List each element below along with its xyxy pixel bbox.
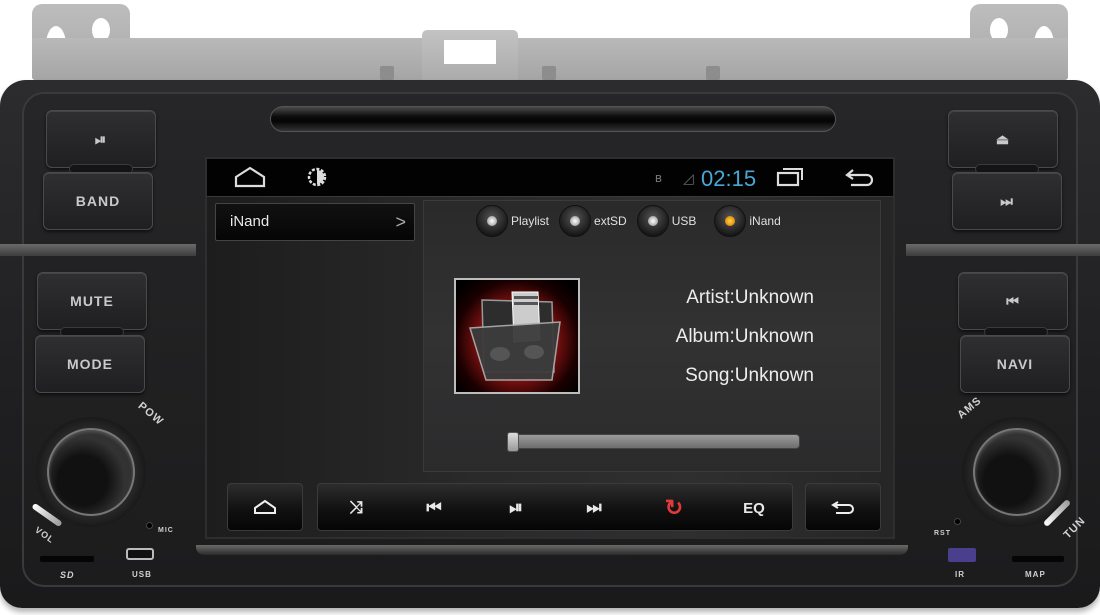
usb-port[interactable] [126, 548, 154, 560]
storage-selector-label: iNand [230, 213, 270, 230]
tab-inand[interactable]: iNand [714, 205, 781, 237]
rst-label: RST [934, 530, 951, 537]
eject-button[interactable]: ⏏ [948, 110, 1058, 168]
play-pause-button[interactable]: ⏯ [486, 484, 546, 532]
eq-label: EQ [743, 499, 765, 517]
tab-label: iNand [749, 214, 781, 228]
song-text: Song:Unknown [685, 365, 814, 386]
bracket-stud [542, 66, 556, 80]
bezel-ridge-left [0, 244, 196, 256]
usb-label: USB [132, 570, 152, 579]
bezel-ridge-right [906, 244, 1100, 256]
radio-icon [559, 205, 592, 237]
cd-slot [270, 106, 836, 132]
repeat-button[interactable]: ↻ [644, 484, 704, 532]
map-label: MAP [1025, 570, 1046, 579]
music-player-app: iNand > Playlist extSD USB iNand Artist:… [207, 197, 893, 537]
back-icon [831, 501, 854, 514]
mute-button[interactable]: MUTE [37, 272, 147, 330]
radio-selected-icon [714, 205, 747, 237]
tab-label: extSD [594, 214, 627, 228]
volume-power-knob[interactable] [47, 428, 135, 516]
shuffle-icon: ⤨ [349, 498, 363, 517]
eq-button[interactable]: EQ [724, 484, 784, 532]
hw-prev-button[interactable]: ⏮ [958, 272, 1068, 330]
artist-text: Artist:Unknown [686, 287, 814, 308]
clock: 02:15 [701, 166, 757, 191]
reset-button[interactable] [954, 518, 961, 525]
tab-usb[interactable]: USB [636, 205, 697, 237]
bracket-stud [706, 66, 720, 80]
ir-sensor [948, 548, 976, 562]
signal-icon: ◿ [683, 170, 694, 186]
next-button[interactable]: ⏭ [564, 484, 624, 532]
radio-icon [476, 205, 508, 237]
storage-selector[interactable]: iNand > [215, 203, 415, 241]
mic-hole [146, 522, 153, 529]
back-button[interactable] [805, 483, 881, 531]
shuffle-button[interactable]: ⤨ [326, 484, 386, 532]
mic-label: MIC [158, 527, 174, 534]
mount-tab [422, 30, 518, 82]
sd-slot[interactable] [40, 556, 94, 562]
brightness-icon[interactable] [305, 165, 329, 195]
repeat-icon: ↻ [664, 495, 684, 520]
tab-label: Playlist [511, 214, 550, 228]
back-icon[interactable] [843, 165, 875, 195]
album-art [454, 278, 580, 394]
band-button[interactable]: BAND [43, 172, 153, 230]
album-text: Album:Unknown [675, 326, 814, 347]
home-button[interactable] [227, 483, 303, 531]
radio-icon [636, 205, 669, 237]
navi-button[interactable]: NAVI [960, 335, 1070, 393]
previous-icon: ⏮ [426, 498, 442, 517]
chevron-right-icon: > [395, 212, 406, 232]
touchscreen: ʙ ◿ 02:15 iNand > Playlist extSD USB iNa… [205, 157, 895, 539]
ir-label: IR [955, 570, 965, 579]
status-bar: ʙ ◿ 02:15 [207, 159, 893, 197]
tune-ams-knob[interactable] [973, 428, 1061, 516]
now-playing-panel: Playlist extSD USB iNand Artist:Unknown … [423, 200, 881, 472]
hw-next-button[interactable]: ⏭ [952, 172, 1062, 230]
bluetooth-icon: ʙ [655, 170, 662, 185]
map-slot[interactable] [1012, 556, 1064, 562]
recents-icon[interactable] [775, 165, 805, 195]
seek-thumb[interactable] [507, 432, 519, 452]
home-icon[interactable] [233, 165, 267, 195]
transport-group: ⤨ ⏮ ⏯ ⏭ ↻ EQ [317, 483, 793, 531]
bracket-stud [380, 66, 394, 80]
sd-label: SD [60, 570, 75, 580]
playback-controls: ⤨ ⏮ ⏯ ⏭ ↻ EQ [207, 479, 893, 537]
home-icon [254, 499, 276, 514]
music-folder-icon [469, 291, 561, 381]
previous-button[interactable]: ⏮ [404, 484, 464, 532]
play-pause-icon: ⏯ [509, 498, 523, 517]
hw-play-pause-button[interactable]: ⏯ [46, 110, 156, 168]
source-tabs: Playlist extSD USB iNand [476, 205, 781, 237]
next-icon: ⏭ [586, 498, 602, 517]
tab-playlist[interactable]: Playlist [476, 205, 549, 237]
mode-button[interactable]: MODE [35, 335, 145, 393]
tab-extsd[interactable]: extSD [559, 205, 627, 237]
screen-frame-lip [196, 545, 908, 555]
tab-label: USB [671, 214, 697, 228]
seek-bar[interactable] [507, 432, 800, 452]
